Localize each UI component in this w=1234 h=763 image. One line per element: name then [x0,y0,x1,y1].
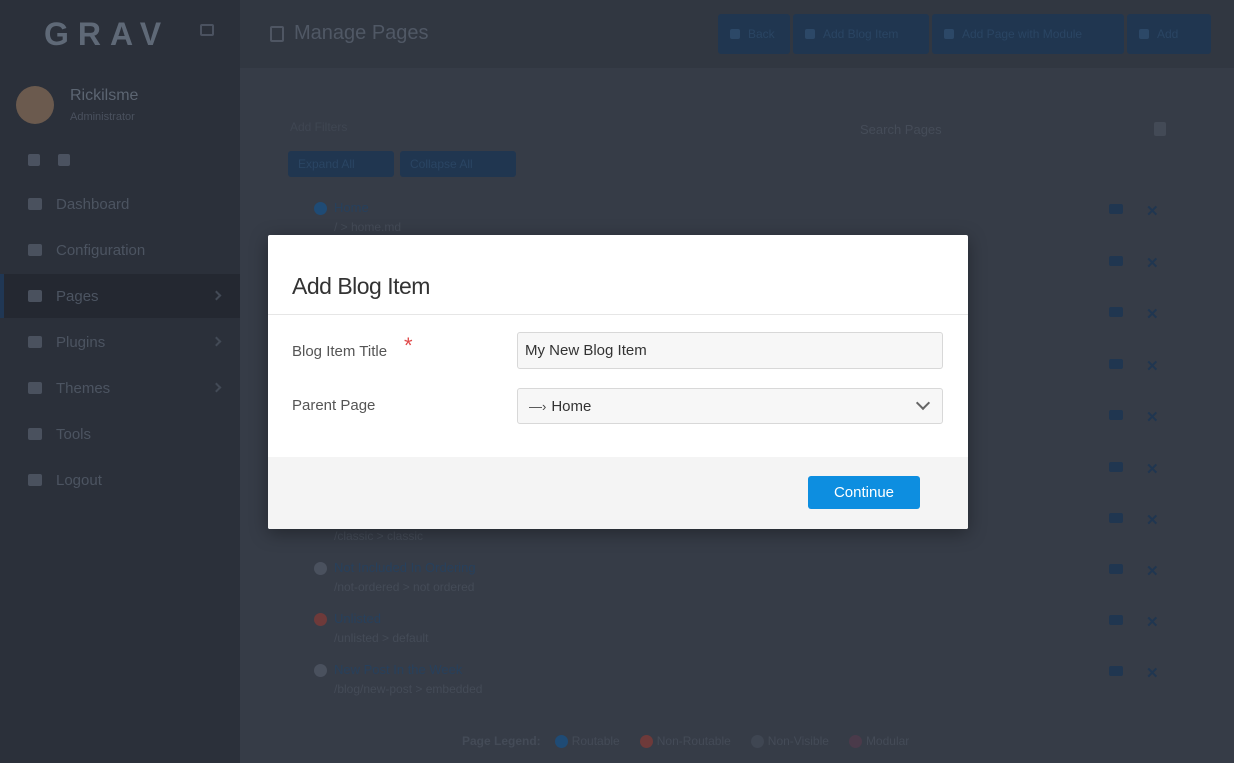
parent-page-label: Parent Page [292,397,376,414]
parent-page-select[interactable]: —› Home [517,388,943,424]
required-mark: * [404,333,413,358]
modal-footer: Continue [268,457,968,529]
indent-arrow-icon: —› [529,399,547,414]
blog-item-title-input[interactable] [517,332,943,369]
add-blog-item-modal: Add Blog Item Blog Item Title * Parent P… [268,235,968,529]
modal-header: Add Blog Item [268,235,968,315]
parent-page-value: —› Home [529,398,591,415]
chevron-down-icon[interactable] [915,395,931,411]
continue-button[interactable]: Continue [808,476,920,509]
parent-page-text: Home [551,398,592,415]
blog-item-title-label: Blog Item Title [292,343,388,360]
modal-title: Add Blog Item [292,273,430,299]
